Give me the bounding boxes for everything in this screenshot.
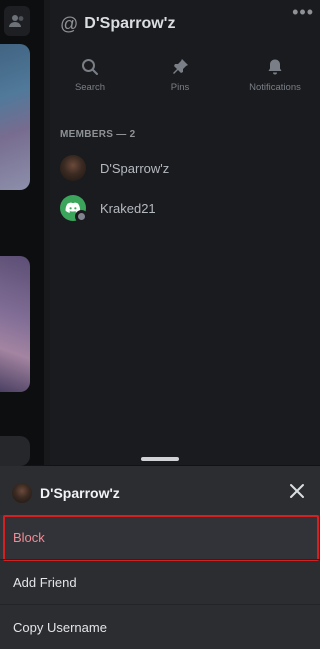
- avatar: [60, 195, 88, 223]
- pins-button[interactable]: Pins: [140, 58, 220, 93]
- notifications-label: Notifications: [249, 82, 301, 93]
- bell-icon: [268, 59, 282, 75]
- member-item[interactable]: D'Sparrow'z: [60, 154, 169, 182]
- pin-icon: [173, 59, 188, 74]
- search-button[interactable]: Search: [50, 58, 130, 93]
- members-heading: MEMBERS — 2: [60, 129, 136, 140]
- sheet-drag-handle[interactable]: [141, 457, 179, 461]
- at-icon: @: [60, 13, 79, 34]
- panel-header: @ D'Sparrow'z: [60, 12, 310, 36]
- offline-status-icon: [75, 210, 88, 223]
- server-thumbnail[interactable]: [0, 436, 30, 466]
- user-actions-sheet: D'Sparrow'z Block Add Friend Copy Userna…: [0, 466, 320, 649]
- search-icon: [82, 59, 98, 75]
- channel-members-panel: @ D'Sparrow'z ••• Search Pins Notificati…: [50, 0, 320, 465]
- sheet-header: D'Sparrow'z: [12, 482, 120, 504]
- copy-username-button[interactable]: Copy Username: [0, 605, 320, 649]
- server-thumbnail[interactable]: [0, 44, 30, 190]
- block-label: Block: [13, 529, 45, 545]
- avatar: [60, 155, 86, 181]
- add-friend-button[interactable]: Add Friend: [0, 560, 320, 604]
- members-icon[interactable]: [4, 6, 30, 36]
- member-name: D'Sparrow'z: [100, 160, 170, 176]
- server-thumbnail[interactable]: [0, 256, 30, 392]
- page-title: D'Sparrow'z: [84, 15, 176, 32]
- avatar: [12, 483, 32, 503]
- add-friend-label: Add Friend: [13, 574, 77, 590]
- search-label: Search: [74, 82, 106, 93]
- member-name: Kraked21: [100, 200, 156, 216]
- server-list-strip: [0, 0, 50, 466]
- notifications-button[interactable]: Notifications: [230, 58, 320, 93]
- block-button[interactable]: Block: [0, 515, 320, 559]
- more-options-icon[interactable]: •••: [292, 2, 314, 23]
- sheet-title: D'Sparrow'z: [40, 485, 120, 501]
- channel-actions: Search Pins Notifications: [50, 58, 320, 102]
- close-icon[interactable]: [288, 482, 306, 500]
- copy-username-label: Copy Username: [13, 619, 107, 635]
- member-item[interactable]: Kraked21: [60, 194, 156, 223]
- pins-label: Pins: [170, 82, 190, 93]
